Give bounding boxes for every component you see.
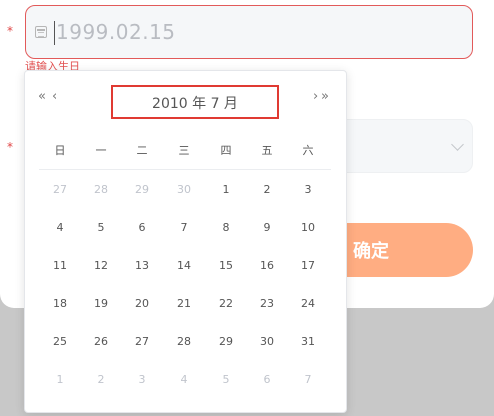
birthday-date-input[interactable]: 1999.02.15 <box>25 5 473 59</box>
day-cell-other-month[interactable]: 29 <box>124 183 160 196</box>
required-mark: * <box>7 24 13 38</box>
day-cell-other-month[interactable]: 30 <box>166 183 202 196</box>
weekday-label: 四 <box>220 144 232 157</box>
day-cell[interactable]: 2 <box>249 183 285 196</box>
weekday-label: 六 <box>302 144 314 157</box>
day-cell[interactable]: 15 <box>208 259 244 272</box>
prev-month-icon[interactable]: ‹ <box>52 89 57 104</box>
day-cell[interactable]: 21 <box>166 297 202 310</box>
weekday-label: 二 <box>136 144 148 157</box>
text-cursor <box>54 21 55 45</box>
day-cell-other-month[interactable]: 28 <box>83 183 119 196</box>
day-cell-other-month[interactable]: 5 <box>208 373 244 386</box>
day-cell[interactable]: 25 <box>42 335 78 348</box>
day-cell[interactable]: 6 <box>124 221 160 234</box>
select-field[interactable] <box>330 119 473 173</box>
day-cell[interactable]: 23 <box>249 297 285 310</box>
day-cell[interactable]: 22 <box>208 297 244 310</box>
date-value: 1999.02.15 <box>56 20 176 44</box>
chevron-down-icon <box>451 138 464 151</box>
next-month-icon[interactable]: › <box>313 89 318 104</box>
day-cell[interactable]: 17 <box>290 259 326 272</box>
day-cell[interactable]: 5 <box>83 221 119 234</box>
weekday-label: 日 <box>54 144 66 157</box>
day-cell[interactable]: 28 <box>166 335 202 348</box>
day-cell[interactable]: 7 <box>166 221 202 234</box>
day-cell[interactable]: 12 <box>83 259 119 272</box>
next-year-icon[interactable]: » <box>321 89 329 104</box>
day-cell[interactable]: 8 <box>208 221 244 234</box>
error-message: 请输入生日 <box>25 60 80 70</box>
divider <box>39 169 331 170</box>
day-cell[interactable]: 10 <box>290 221 326 234</box>
day-cell-other-month[interactable]: 7 <box>290 373 326 386</box>
day-cell[interactable]: 19 <box>83 297 119 310</box>
day-cell[interactable]: 14 <box>166 259 202 272</box>
weekday-label: 五 <box>261 144 273 157</box>
confirm-button-label: 确定 <box>353 241 389 262</box>
day-cell[interactable]: 29 <box>208 335 244 348</box>
day-cell[interactable]: 27 <box>124 335 160 348</box>
weekday-label: 一 <box>95 144 107 157</box>
day-cell[interactable]: 9 <box>249 221 285 234</box>
day-cell[interactable]: 24 <box>290 297 326 310</box>
required-mark: * <box>7 140 13 154</box>
day-cell[interactable]: 26 <box>83 335 119 348</box>
day-cell-other-month[interactable]: 1 <box>42 373 78 386</box>
day-cell[interactable]: 16 <box>249 259 285 272</box>
calendar-icon <box>35 26 47 38</box>
prev-year-icon[interactable]: « <box>38 89 46 104</box>
day-cell-other-month[interactable]: 3 <box>124 373 160 386</box>
day-cell[interactable]: 18 <box>42 297 78 310</box>
day-cell[interactable]: 11 <box>42 259 78 272</box>
day-cell[interactable]: 4 <box>42 221 78 234</box>
weekday-label: 三 <box>178 144 190 157</box>
day-cell[interactable]: 13 <box>124 259 160 272</box>
day-cell[interactable]: 31 <box>290 335 326 348</box>
day-cell[interactable]: 3 <box>290 183 326 196</box>
day-cell[interactable]: 20 <box>124 297 160 310</box>
month-year-label: 2010 年 7 月 <box>152 96 238 112</box>
day-cell-other-month[interactable]: 2 <box>83 373 119 386</box>
day-cell-other-month[interactable]: 4 <box>166 373 202 386</box>
day-cell[interactable]: 30 <box>249 335 285 348</box>
month-year-header[interactable]: 2010 年 7 月 <box>111 85 279 119</box>
day-cell-other-month[interactable]: 6 <box>249 373 285 386</box>
date-picker-popup: « ‹ 2010 年 7 月 › » 日一二三四五六 27 28 29 30 1 2 3 4 5… <box>24 70 347 413</box>
day-cell-other-month[interactable]: 27 <box>42 183 78 196</box>
day-cell[interactable]: 1 <box>208 183 244 196</box>
